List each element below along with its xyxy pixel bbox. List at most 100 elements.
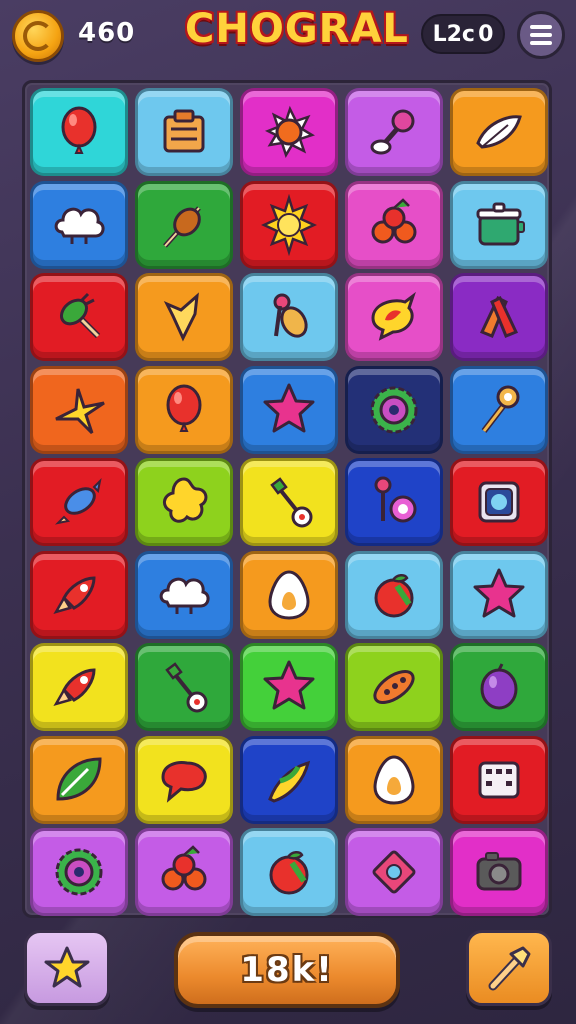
game-tile[interactable] [240, 828, 338, 916]
game-tile[interactable] [450, 550, 548, 639]
game-tile[interactable] [30, 643, 128, 731]
game-tile[interactable] [450, 643, 548, 731]
candy-icon [370, 109, 415, 155]
game-tile[interactable] [345, 180, 443, 269]
game-tile[interactable] [135, 273, 233, 361]
coin-icon [12, 10, 64, 62]
gear-icon [55, 848, 103, 896]
crate-icon [163, 109, 205, 153]
game-tile[interactable] [135, 88, 233, 176]
game-tile[interactable] [240, 643, 338, 731]
sun-icon [261, 193, 317, 256]
game-tile[interactable] [240, 550, 338, 639]
game-tile[interactable] [30, 180, 128, 269]
game-tile[interactable] [345, 458, 443, 546]
tile-grid [30, 88, 550, 916]
rocket-icon [53, 668, 96, 707]
game-tile[interactable] [450, 828, 548, 916]
game-tile[interactable] [240, 88, 338, 176]
popsicle-icon [273, 293, 308, 338]
game-tile[interactable] [345, 735, 443, 824]
game-tile[interactable] [135, 365, 233, 454]
menu-button[interactable] [517, 11, 565, 59]
egg-icon [268, 569, 310, 620]
lollipop-icon [374, 476, 417, 523]
game-tile[interactable] [240, 273, 338, 361]
cloud-icon [159, 577, 210, 614]
game-tile[interactable] [345, 550, 443, 639]
top-bar: 460 CHOGRAL L2c 0 [0, 0, 576, 72]
level-value: 0 [478, 21, 494, 47]
game-tile[interactable] [135, 458, 233, 546]
game-tile[interactable] [135, 643, 233, 731]
game-tile[interactable] [450, 735, 548, 824]
game-tile[interactable] [345, 643, 443, 731]
game-board [22, 80, 552, 918]
star-icon [44, 946, 90, 988]
game-tile[interactable] [135, 180, 233, 269]
game-tile[interactable] [30, 365, 128, 454]
cloud-icon [54, 207, 105, 244]
hammer-icon [488, 946, 531, 991]
game-tile[interactable] [450, 180, 548, 269]
rocket-icon [53, 575, 96, 614]
game-tile[interactable] [135, 550, 233, 639]
wand-icon [481, 385, 520, 433]
game-tile[interactable] [450, 458, 548, 546]
game-tile[interactable] [240, 365, 338, 454]
cherries-icon [371, 197, 417, 243]
game-tile[interactable] [30, 828, 128, 916]
game-tile[interactable] [240, 735, 338, 824]
score-value: 460 [78, 18, 136, 48]
balloon-icon [61, 106, 97, 154]
game-tile[interactable] [30, 550, 128, 639]
star-icon [263, 660, 315, 710]
shard-icon [163, 292, 199, 342]
egg-icon [373, 754, 415, 805]
game-tile[interactable] [30, 735, 128, 824]
flower-stick-icon [270, 477, 313, 528]
game-tile[interactable] [30, 273, 128, 361]
balloon-icon [166, 384, 202, 432]
camera-icon [476, 852, 522, 891]
flame-bubble-icon [371, 291, 416, 341]
action-button[interactable]: 18k! [174, 932, 400, 1008]
game-tile[interactable] [30, 88, 128, 176]
gear-icon [370, 386, 418, 433]
star-blob-icon [163, 477, 208, 523]
apple-icon [269, 851, 309, 895]
sparkle-icon [55, 388, 105, 434]
pickle-icon [373, 669, 415, 705]
level-label: L2c [432, 21, 475, 47]
diamond-icon [372, 850, 416, 894]
apple-icon [374, 573, 414, 617]
game-tile[interactable] [345, 828, 443, 916]
feather-icon [476, 115, 522, 149]
frame-icon [478, 481, 520, 523]
game-tile[interactable] [345, 273, 443, 361]
game-tile[interactable] [135, 828, 233, 916]
game-tile[interactable] [240, 458, 338, 546]
star-powerup-button[interactable] [24, 930, 110, 1006]
hamburger-icon [530, 25, 552, 29]
game-tile[interactable] [240, 180, 338, 269]
game-tile[interactable] [30, 458, 128, 546]
banana-icon [268, 760, 311, 803]
leaf-icon [56, 756, 102, 801]
game-tile[interactable] [450, 88, 548, 176]
speech-bubble-icon [161, 760, 207, 803]
flower-stick-icon [165, 662, 208, 713]
game-tile[interactable] [345, 88, 443, 176]
skewer-icon [163, 205, 201, 248]
cherries-icon [161, 845, 207, 891]
plum-icon [480, 663, 518, 710]
game-tile[interactable] [135, 735, 233, 824]
game-tile[interactable] [450, 273, 548, 361]
pot-icon [476, 202, 525, 245]
game-tile[interactable] [450, 365, 548, 454]
calculator-icon [478, 761, 520, 798]
hammer-powerup-button[interactable] [466, 930, 552, 1006]
game-tile[interactable] [345, 365, 443, 454]
star-icon [263, 383, 315, 432]
carrot-icon [59, 292, 101, 339]
